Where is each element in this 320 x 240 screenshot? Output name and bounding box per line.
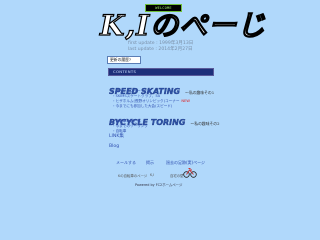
- powered-by-text[interactable]: Powered by FC2ホームページ: [135, 182, 182, 187]
- blog-link[interactable]: Blog: [109, 143, 119, 150]
- mail-link[interactable]: メールする: [116, 160, 136, 166]
- footer-small-mid: K,I: [150, 173, 155, 177]
- bicycle-icon: [183, 168, 197, 178]
- footer-small-left: Kの自転車のページ: [118, 174, 148, 178]
- speed-skating-links: ・スピードスケートとは ・SKIMSスケートクラブ、5A ・ヒザホルム(長野オリ…: [112, 89, 190, 109]
- footer-small-right: 自宅の壁: [170, 174, 184, 178]
- last-update-text: last update : 2014年2月27日: [128, 47, 193, 52]
- link-collection-link[interactable]: LINK集: [109, 133, 124, 140]
- update-history-box[interactable]: 更新の履歴?: [107, 56, 141, 64]
- list-item[interactable]: ・今までにも参加した大会(スピード): [112, 104, 190, 109]
- bbs-link[interactable]: 掲示: [146, 160, 154, 166]
- bicycle-touring-subtitle: ～私の趣味その2: [190, 121, 220, 126]
- bicycle-touring-links: ・自転車の旅と私 ・今までのツーリング ・自転車: [112, 119, 148, 134]
- contents-bar: CONTENTS: [108, 68, 214, 76]
- site-logo: K,Iのぺーじ: [99, 9, 267, 42]
- contents-label: CONTENTS: [113, 69, 137, 74]
- new-badge: NEW: [181, 99, 190, 103]
